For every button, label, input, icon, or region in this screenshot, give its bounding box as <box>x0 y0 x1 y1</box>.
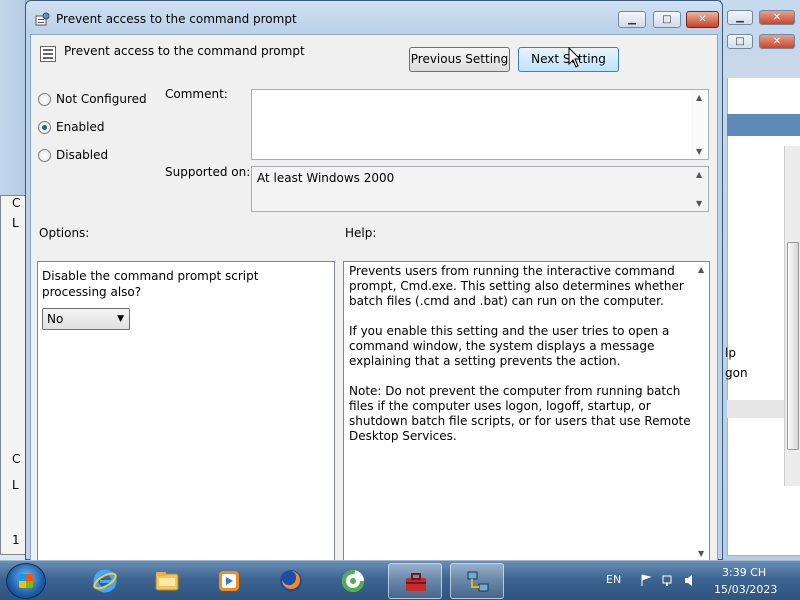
taskbar: EN 3:39 CH 15/03/2023 <box>0 560 800 600</box>
window-title: Prevent access to the command prompt <box>56 12 297 26</box>
setting-title: Prevent access to the command prompt <box>64 44 305 58</box>
supported-scrollbar[interactable]: ▲ ▼ <box>691 167 708 211</box>
language-indicator[interactable]: EN <box>606 573 621 586</box>
clock-date[interactable]: 15/03/2023 <box>714 583 777 596</box>
background-left-text: 1 <box>12 533 20 547</box>
network-icon <box>467 571 489 592</box>
ie-icon <box>93 569 117 593</box>
radio-enabled[interactable]: Enabled <box>38 119 105 135</box>
radio-label: Enabled <box>56 120 105 134</box>
background-right-scrollbar[interactable] <box>784 146 800 486</box>
help-pane: Prevents users from running the interact… <box>343 261 710 562</box>
close-button[interactable]: ✕ <box>686 11 719 28</box>
firefox-icon <box>280 570 302 592</box>
option-question: Disable the command prompt script proces… <box>42 269 259 299</box>
help-text: Prevents users from running the interact… <box>349 264 693 459</box>
help-paragraph: Note: Do not prevent the computer from r… <box>349 384 691 443</box>
minimize-button-bg[interactable]: ▁ <box>727 10 753 25</box>
options-label: Options: <box>39 226 90 240</box>
help-scrollbar[interactable]: ▲ ▼ <box>693 262 709 561</box>
radio-label: Not Configured <box>56 92 147 106</box>
taskbar-file-explorer[interactable] <box>140 563 194 599</box>
setting-icon <box>40 46 56 62</box>
background-right-selection <box>727 114 800 136</box>
taskbar-internet-explorer[interactable] <box>78 563 132 599</box>
start-button[interactable] <box>6 563 46 599</box>
radio-button[interactable] <box>38 92 51 106</box>
restore-button-bg[interactable]: □ <box>727 34 753 49</box>
taskbar-media-player[interactable] <box>202 563 256 599</box>
title-bar[interactable]: Prevent access to the command prompt ▁ □… <box>26 1 722 33</box>
background-right-header <box>721 56 800 78</box>
help-paragraph: Prevents users from running the interact… <box>349 264 684 308</box>
coccoc-icon <box>342 570 364 592</box>
supported-on-value: At least Windows 2000 <box>257 171 395 185</box>
scroll-up-icon[interactable]: ▲ <box>698 265 704 274</box>
scroll-up-icon[interactable]: ▲ <box>696 170 702 179</box>
maximize-button[interactable]: □ <box>653 11 681 28</box>
mouse-cursor-icon <box>568 47 582 68</box>
dropdown-value: No <box>47 312 64 326</box>
options-pane: Disable the command prompt script proces… <box>37 261 335 562</box>
clock-time[interactable]: 3:39 CH <box>722 566 766 579</box>
supported-on-label: Supported on: <box>165 165 251 179</box>
close-button-bg[interactable]: ✕ <box>759 10 795 25</box>
comment-label: Comment: <box>165 87 228 101</box>
policy-icon <box>35 12 50 26</box>
help-label: Help: <box>345 226 377 240</box>
radio-button[interactable] <box>38 120 51 134</box>
chevron-down-icon: ▼ <box>117 314 124 324</box>
background-right-text: gon <box>725 366 748 380</box>
supported-on-field: At least Windows 2000 ▲ ▼ <box>251 166 709 212</box>
radio-disabled[interactable]: Disabled <box>38 147 108 163</box>
previous-setting-button[interactable]: Previous Setting <box>409 47 510 72</box>
background-left-title <box>0 0 25 195</box>
scroll-thumb[interactable] <box>787 242 799 450</box>
background-right-text: lp <box>725 346 736 360</box>
explorer-icon <box>155 572 179 591</box>
scroll-up-icon[interactable]: ▲ <box>696 93 702 102</box>
taskbar-network[interactable] <box>450 563 504 599</box>
background-left-text: L <box>12 216 19 230</box>
volume-icon[interactable] <box>684 574 697 587</box>
radio-not-configured[interactable]: Not Configured <box>38 91 147 107</box>
background-left-text: L <box>12 478 19 492</box>
taskbar-toolbox[interactable] <box>388 563 442 599</box>
background-window-left: C L C L 1 <box>0 0 26 560</box>
background-window-right: ▁ ✕ □ ✕ lp gon <box>720 0 800 560</box>
close-button-bg-2[interactable]: ✕ <box>759 34 795 49</box>
scroll-down-icon[interactable]: ▼ <box>696 199 702 208</box>
scroll-down-icon[interactable]: ▼ <box>698 549 704 558</box>
background-right-row <box>727 400 787 418</box>
taskbar-firefox[interactable] <box>264 563 318 599</box>
toolbox-icon <box>406 573 426 591</box>
scroll-down-icon[interactable]: ▼ <box>696 147 702 156</box>
action-center-icon[interactable] <box>640 574 653 587</box>
comment-field[interactable]: ▲ ▼ <box>251 89 709 160</box>
comment-scrollbar[interactable]: ▲ ▼ <box>691 90 708 159</box>
media-player-icon <box>219 571 239 591</box>
network-status-icon[interactable] <box>662 574 675 587</box>
help-paragraph: If you enable this setting and the user … <box>349 324 670 368</box>
background-left-panel <box>0 195 25 555</box>
policy-setting-dialog: Prevent access to the command prompt ▁ □… <box>25 0 723 562</box>
taskbar-coccoc[interactable] <box>326 563 380 599</box>
radio-button[interactable] <box>38 148 51 162</box>
radio-label: Disabled <box>56 148 109 162</box>
dialog-content: Prevent access to the command prompt Pre… <box>30 34 718 562</box>
minimize-button[interactable]: ▁ <box>618 11 646 28</box>
background-left-text: C <box>12 452 21 466</box>
script-processing-dropdown[interactable]: No ▼ <box>42 308 130 330</box>
background-left-text: C <box>12 196 21 210</box>
